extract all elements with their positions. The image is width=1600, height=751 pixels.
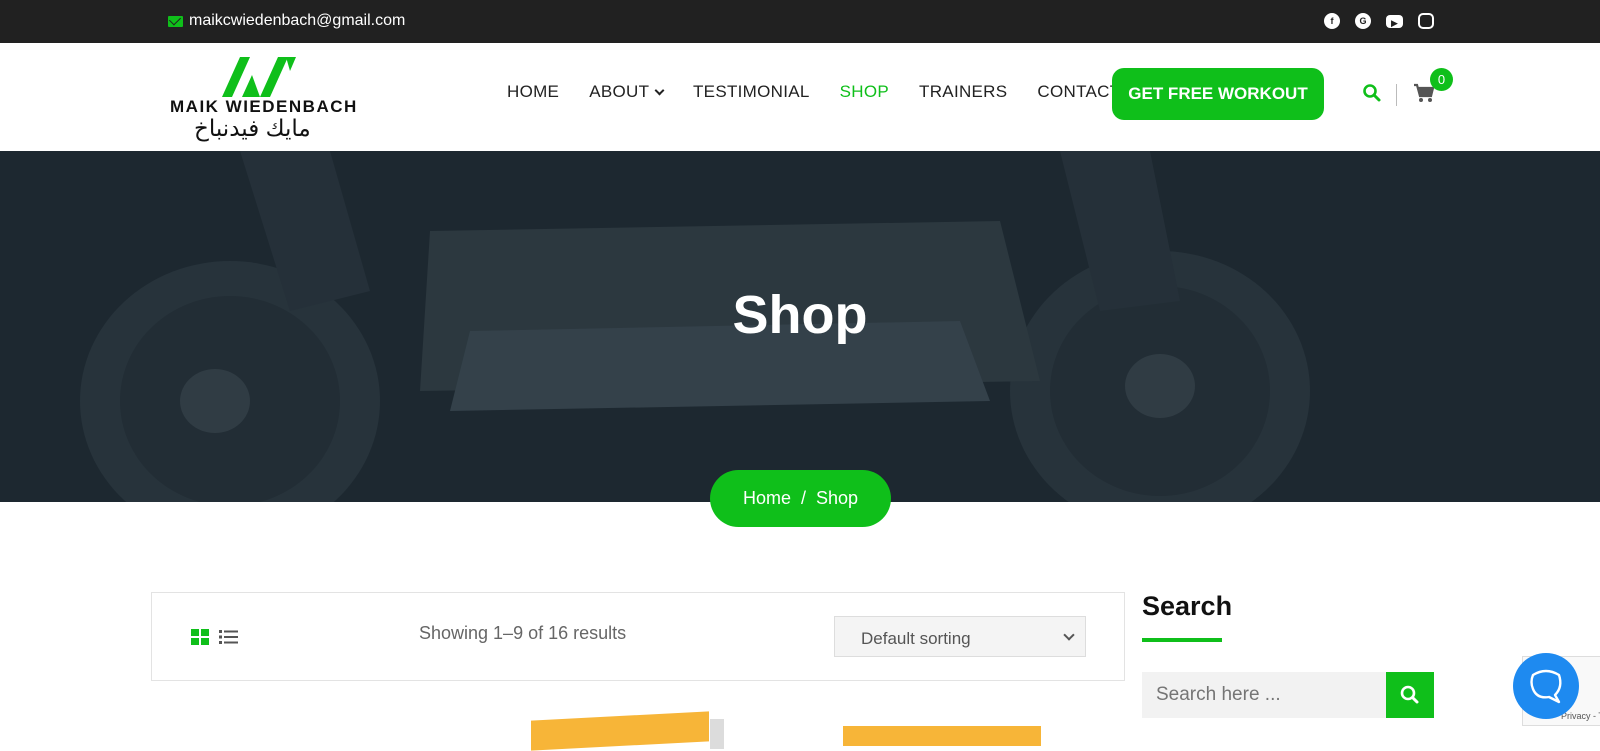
sort-selected-value: Default sorting: [861, 629, 971, 648]
contact-email[interactable]: maikcwiedenbach@gmail.com: [168, 12, 405, 30]
header-divider: [1396, 84, 1397, 106]
cart-count-badge: 0: [1430, 68, 1453, 91]
breadcrumb: Home / Shop: [710, 470, 891, 527]
social-links: f G ▶: [1324, 13, 1434, 29]
envelope-icon: [168, 15, 183, 27]
email-text: maikcwiedenbach@gmail.com: [189, 12, 406, 29]
product-image-shadow: [710, 719, 724, 749]
instagram-icon[interactable]: [1418, 13, 1434, 29]
product-image[interactable]: [531, 711, 709, 751]
logo-mark-icon: [222, 57, 296, 97]
page-hero: Shop: [0, 151, 1600, 502]
shop-toolbar: Showing 1–9 of 16 results Default sortin…: [151, 592, 1125, 681]
breadcrumb-current: Shop: [815, 488, 859, 508]
breadcrumb-separator: /: [800, 488, 806, 508]
results-count: Showing 1–9 of 16 results: [419, 623, 627, 643]
top-bar: maikcwiedenbach@gmail.com f G ▶: [0, 0, 1600, 43]
sidebar-search-button[interactable]: [1386, 672, 1434, 718]
google-plus-icon[interactable]: G: [1355, 13, 1371, 29]
nav-home[interactable]: HOME: [507, 82, 559, 102]
nav-about-label: ABOUT: [589, 82, 649, 101]
chevron-down-icon: [1063, 629, 1075, 641]
nav-testimonial[interactable]: TESTIMONIAL: [693, 82, 810, 102]
get-free-workout-button[interactable]: GET FREE WORKOUT: [1112, 68, 1324, 120]
nav-trainers[interactable]: TRAINERS: [919, 82, 1007, 102]
main-header: MAIK WIEDENBACH مايك فيدنباخ HOME ABOUT …: [0, 43, 1600, 151]
facebook-icon[interactable]: f: [1324, 13, 1340, 29]
list-view-icon[interactable]: [219, 629, 238, 645]
nav-shop[interactable]: SHOP: [840, 82, 889, 102]
sidebar-search-input[interactable]: [1142, 672, 1387, 718]
logo-arabic-text: مايك فيدنباخ: [194, 115, 311, 141]
sort-select[interactable]: Default sorting: [834, 616, 1086, 657]
nav-about[interactable]: ABOUT: [589, 82, 665, 102]
logo-brand-text: MAIK WIEDENBACH: [170, 97, 358, 116]
nav-contact[interactable]: CONTACT: [1037, 82, 1120, 102]
main-nav: HOME ABOUT TESTIMONIAL SHOP TRAINERS CON…: [507, 82, 1150, 102]
product-image[interactable]: [843, 726, 1041, 746]
sidebar-title-underline: [1142, 638, 1222, 642]
grid-view-icon[interactable]: [191, 629, 209, 645]
chat-widget-button[interactable]: [1513, 653, 1579, 719]
youtube-icon[interactable]: ▶: [1386, 15, 1403, 28]
site-logo[interactable]: MAIK WIEDENBACH مايك فيدنباخ: [170, 55, 356, 143]
sidebar-search-title: Search: [1142, 591, 1233, 621]
search-icon[interactable]: [1362, 83, 1382, 103]
chevron-down-icon: [654, 85, 665, 96]
page-title: Shop: [732, 285, 868, 345]
search-icon: [1400, 685, 1419, 704]
chat-icon: [1530, 669, 1562, 704]
breadcrumb-home-link[interactable]: Home: [743, 488, 791, 509]
